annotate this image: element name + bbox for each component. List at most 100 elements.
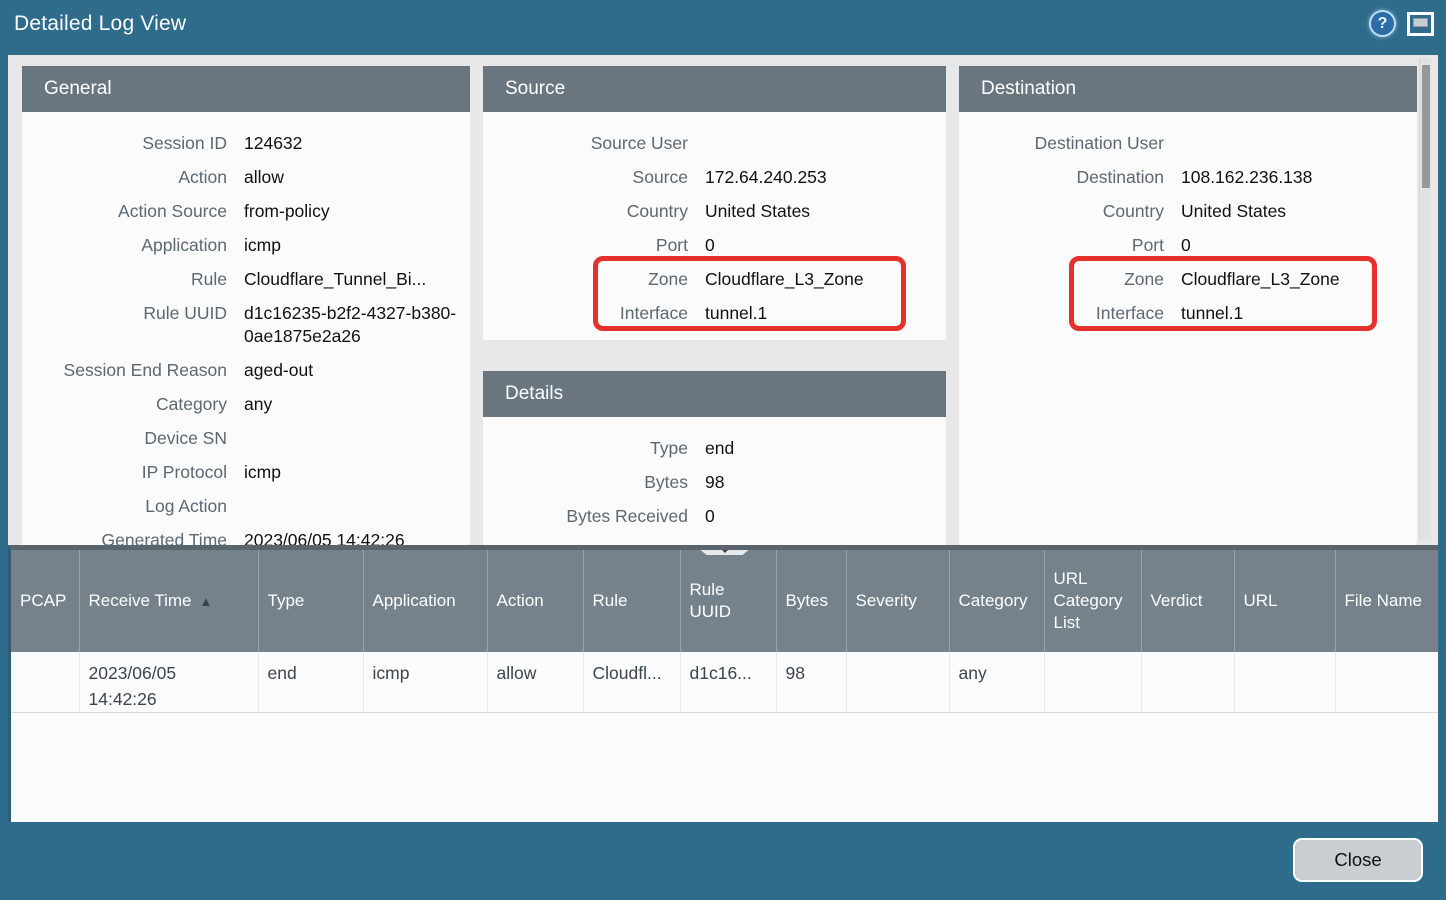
column-header-label: URL Category List xyxy=(1054,569,1123,632)
help-icon[interactable]: ? xyxy=(1369,10,1396,37)
general-field-session-end-reason: Session End Reasonaged-out xyxy=(22,353,470,387)
field-value: Cloudflare_L3_Zone xyxy=(1181,268,1417,291)
column-header-action[interactable]: Action xyxy=(487,550,583,652)
destination-panel-header: Destination xyxy=(959,66,1417,112)
dialog-footer: Close xyxy=(0,822,1446,895)
column-header-url-category-list[interactable]: URL Category List xyxy=(1044,550,1141,652)
field-label: Interface xyxy=(959,302,1164,325)
log-cell-application: icmp xyxy=(363,652,487,713)
log-cell-rule-uuid: d1c16... xyxy=(680,652,776,713)
field-label: Port xyxy=(483,234,688,257)
column-header-label: Application xyxy=(373,591,456,610)
destination-column: Destination Destination User Destination1… xyxy=(959,66,1417,545)
field-label: Zone xyxy=(959,268,1164,291)
source-panel-header: Source xyxy=(483,66,946,112)
field-value: d1c16235-b2f2-4327-b380-0ae1875e2a26 xyxy=(244,302,470,348)
column-header-category[interactable]: Category xyxy=(949,550,1044,652)
general-panel: General Session ID124632ActionallowActio… xyxy=(22,66,470,545)
log-detail-region: General Session ID124632ActionallowActio… xyxy=(8,55,1438,545)
field-value xyxy=(244,495,470,518)
field-label: Source User xyxy=(483,132,688,155)
log-cell-type: end xyxy=(258,652,363,713)
field-value: end xyxy=(705,437,946,460)
column-header-url[interactable]: URL xyxy=(1234,550,1335,652)
column-header-receive-time[interactable]: Receive Time▲ xyxy=(79,550,258,652)
column-header-label: Category xyxy=(959,591,1028,610)
column-header-file-name[interactable]: File Name xyxy=(1335,550,1438,652)
highlighted-fields-group: Zone Cloudflare_L3_Zone Interfacetunnel.1 xyxy=(959,262,1417,330)
source-panel: Source Source User Source172.64.240.253 Co… xyxy=(483,66,946,340)
general-field-application: Application icmp xyxy=(22,228,470,262)
field-value: tunnel.1 xyxy=(705,302,946,325)
general-field-ip-protocol: IP Protocolicmp xyxy=(22,455,470,489)
field-label: Application xyxy=(22,234,227,257)
field-value xyxy=(244,427,470,450)
field-value: 0 xyxy=(705,505,946,528)
column-header-pcap[interactable]: PCAP xyxy=(11,550,79,652)
log-cell-rule: Cloudfl... xyxy=(583,652,680,713)
field-label: Destination User xyxy=(959,132,1164,155)
general-field-generated-time: Generated Time2023/06/05 14:42:26 xyxy=(22,523,470,545)
column-header-label: Verdict xyxy=(1151,591,1203,610)
field-label: Action xyxy=(22,166,227,189)
field-label: Device SN xyxy=(22,427,227,450)
collapse-arrow-icon xyxy=(719,547,731,553)
maximize-window-icon[interactable] xyxy=(1407,12,1434,36)
field-value: 98 xyxy=(705,471,946,494)
general-field-session-id: Session ID124632 xyxy=(22,126,470,160)
column-header-label: File Name xyxy=(1345,591,1422,610)
details-panel: Details TypeendBytes98Bytes Received0 xyxy=(483,371,946,545)
column-header-label: Rule xyxy=(593,591,628,610)
vertical-scrollbar xyxy=(1419,58,1431,540)
general-field-category: Categoryany xyxy=(22,387,470,421)
column-header-application[interactable]: Application xyxy=(363,550,487,652)
dialog-title: Detailed Log View xyxy=(14,12,186,36)
column-header-verdict[interactable]: Verdict xyxy=(1141,550,1234,652)
column-header-label: Rule UUID xyxy=(690,580,732,621)
field-label: Source xyxy=(483,166,688,189)
field-label: Country xyxy=(483,200,688,223)
field-label: Rule xyxy=(22,268,227,291)
field-label: Log Action xyxy=(22,495,227,518)
field-value: 0 xyxy=(705,234,946,257)
destination-field-destination: Destination108.162.236.138 xyxy=(959,160,1417,194)
field-value: Cloudflare_L3_Zone xyxy=(705,268,946,291)
scrollbar-thumb[interactable] xyxy=(1422,65,1430,188)
log-cell-receive-time: 2023/06/05 14:42:26 xyxy=(79,652,258,713)
field-label: Session ID xyxy=(22,132,227,155)
log-cell-severity xyxy=(846,652,949,713)
column-header-label: Action xyxy=(497,591,544,610)
general-field-device-sn: Device SN xyxy=(22,421,470,455)
column-header-rule[interactable]: Rule xyxy=(583,550,680,652)
field-label: Generated Time xyxy=(22,529,227,546)
field-value: icmp xyxy=(244,234,470,257)
column-header-bytes[interactable]: Bytes xyxy=(776,550,846,652)
destination-field-interface: Interfacetunnel.1 xyxy=(959,296,1417,330)
close-button[interactable]: Close xyxy=(1293,838,1423,882)
source-field-source: Source172.64.240.253 xyxy=(483,160,946,194)
log-cell-pcap xyxy=(11,652,79,713)
column-header-rule-uuid[interactable]: Rule UUID xyxy=(680,550,776,652)
general-panel-header: General xyxy=(22,66,470,112)
log-cell-url xyxy=(1234,652,1335,713)
log-table: PCAP Receive Time▲Type Application Action Ru… xyxy=(11,550,1438,713)
source-field-source-user: Source User xyxy=(483,126,946,160)
log-table-header-row: PCAP Receive Time▲Type Application Action Ru… xyxy=(11,550,1438,652)
field-value: 0 xyxy=(1181,234,1417,257)
column-header-type[interactable]: Type xyxy=(258,550,363,652)
log-table-row[interactable]: 2023/06/05 14:42:26endicmpallowCloudfl..… xyxy=(11,652,1438,713)
general-field-action-source: Action Sourcefrom-policy xyxy=(22,194,470,228)
general-field-rule: Rule Cloudflare_Tunnel_Bi... xyxy=(22,262,470,296)
details-panel-header: Details xyxy=(483,371,946,417)
details-panel-body: TypeendBytes98Bytes Received0 xyxy=(483,417,946,545)
column-header-label: PCAP xyxy=(20,591,66,610)
field-label: Destination xyxy=(959,166,1164,189)
column-header-severity[interactable]: Severity xyxy=(846,550,949,652)
log-cell-category: any xyxy=(949,652,1044,713)
field-value: aged-out xyxy=(244,359,470,382)
field-label: Type xyxy=(483,437,688,460)
field-label: IP Protocol xyxy=(22,461,227,484)
column-header-label: URL xyxy=(1244,591,1278,610)
destination-field-destination-user: Destination User xyxy=(959,126,1417,160)
field-value: Cloudflare_Tunnel_Bi... xyxy=(244,268,470,291)
